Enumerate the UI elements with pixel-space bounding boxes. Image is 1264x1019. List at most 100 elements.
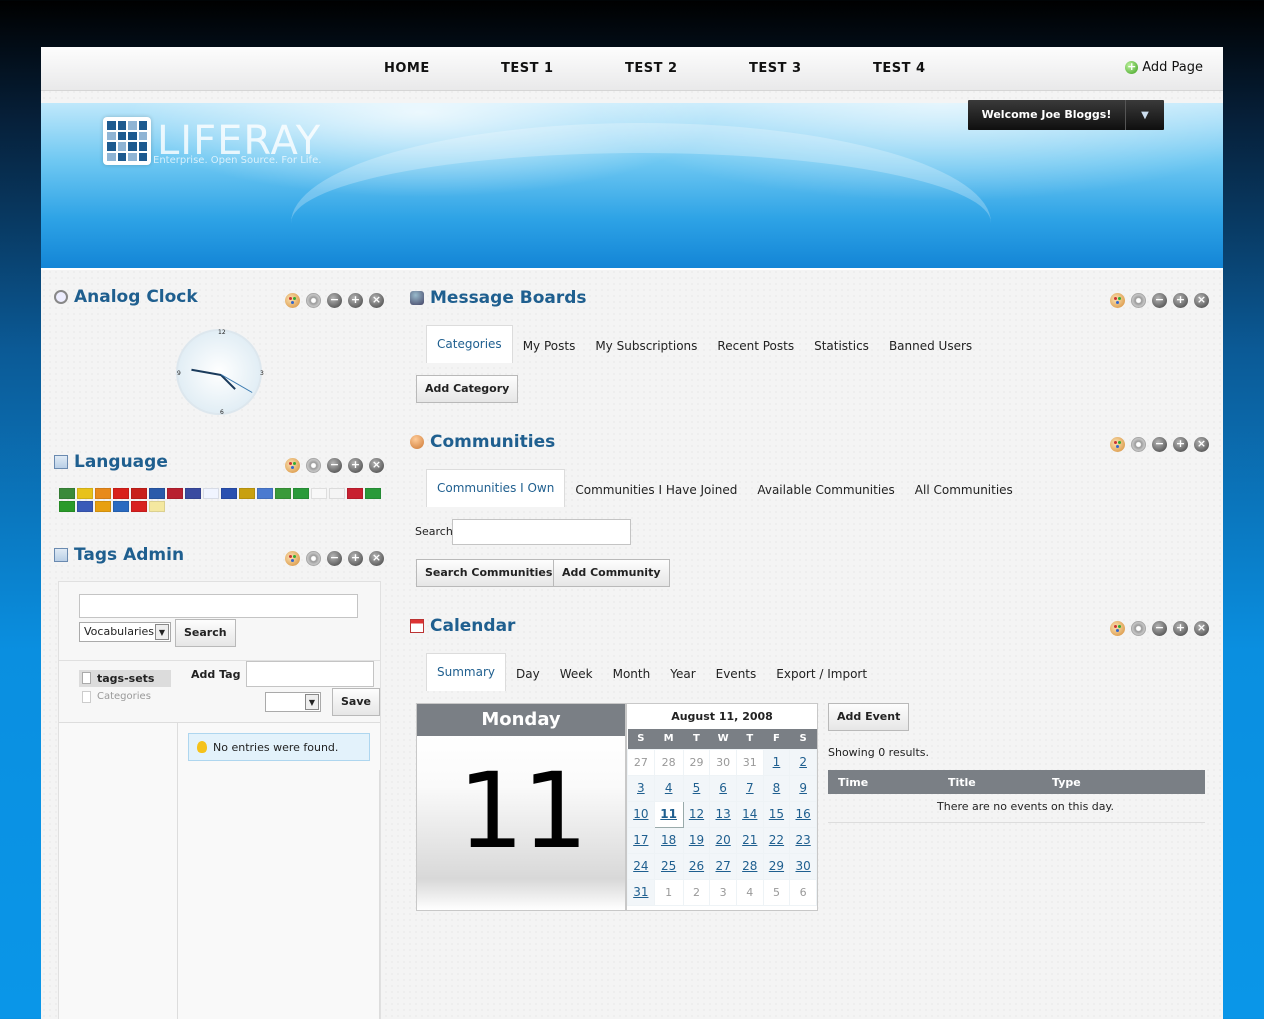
close-icon[interactable]: × (1194, 621, 1209, 636)
minimize-icon[interactable]: − (327, 293, 342, 308)
calendar-day[interactable]: 30 (789, 852, 817, 880)
arabic-flag[interactable] (59, 488, 75, 499)
portuguese-flag[interactable] (59, 501, 75, 512)
calendar-day[interactable]: 4 (653, 774, 684, 802)
italian-flag[interactable] (293, 488, 309, 499)
communities-search-input[interactable] (452, 519, 631, 545)
calendar-day[interactable]: 27 (709, 852, 737, 880)
calendar-day[interactable]: 11 (653, 800, 684, 828)
vietnamese-flag[interactable] (149, 501, 165, 512)
calendar-day[interactable]: 13 (709, 800, 737, 828)
finnish-flag[interactable] (203, 488, 219, 499)
tab-day[interactable]: Day (506, 657, 550, 691)
save-tag-button[interactable]: Save (332, 688, 380, 716)
chinese-traditional-flag[interactable] (131, 488, 147, 499)
tab-available-communities[interactable]: Available Communities (747, 473, 904, 507)
tab-recent-posts[interactable]: Recent Posts (707, 329, 804, 363)
calendar-day[interactable]: 3 (627, 774, 655, 802)
maximize-icon[interactable]: + (1173, 437, 1188, 452)
tags-search-input[interactable] (79, 594, 358, 618)
minimize-icon[interactable]: − (1152, 437, 1167, 452)
french-flag[interactable] (221, 488, 237, 499)
configuration-icon[interactable] (1131, 293, 1146, 308)
nav-test-3[interactable]: TEST 3 (749, 61, 802, 76)
configuration-icon[interactable] (306, 293, 321, 308)
dutch-flag[interactable] (167, 488, 183, 499)
spanish-flag[interactable] (95, 501, 111, 512)
add-category-button[interactable]: Add Category (416, 375, 519, 403)
calendar-day[interactable]: 24 (627, 852, 655, 880)
tab-summary[interactable]: Summary (426, 653, 506, 691)
maximize-icon[interactable]: + (1173, 293, 1188, 308)
tab-events[interactable]: Events (706, 657, 767, 691)
minimize-icon[interactable]: − (327, 551, 342, 566)
look-and-feel-icon[interactable] (285, 458, 300, 473)
look-and-feel-icon[interactable] (285, 293, 300, 308)
catalan-2-flag[interactable] (95, 488, 111, 499)
tab-statistics[interactable]: Statistics (804, 329, 879, 363)
maximize-icon[interactable]: + (348, 551, 363, 566)
calendar-day[interactable]: 31 (627, 878, 655, 906)
nav-test-4[interactable]: TEST 4 (873, 61, 926, 76)
calendar-day[interactable]: 22 (762, 826, 791, 854)
calendar-day[interactable]: 19 (682, 826, 711, 854)
vocabularies-select[interactable]: Vocabularies ▼ (79, 622, 171, 642)
configuration-icon[interactable] (306, 551, 321, 566)
calendar-day[interactable]: 6 (709, 774, 737, 802)
czech-flag[interactable] (149, 488, 165, 499)
calendar-day[interactable]: 18 (653, 826, 684, 854)
calendar-day[interactable]: 28 (735, 852, 764, 880)
tab-export-import[interactable]: Export / Import (766, 657, 877, 691)
calendar-day[interactable]: 26 (682, 852, 711, 880)
calendar-day[interactable]: 7 (735, 774, 764, 802)
maximize-icon[interactable]: + (1173, 621, 1188, 636)
tab-banned-users[interactable]: Banned Users (879, 329, 982, 363)
tab-all-communities[interactable]: All Communities (905, 473, 1023, 507)
greek-flag[interactable] (257, 488, 273, 499)
tab-year[interactable]: Year (660, 657, 705, 691)
calendar-day[interactable]: 16 (789, 800, 817, 828)
korean-flag[interactable] (329, 488, 345, 499)
calendar-day[interactable]: 15 (762, 800, 791, 828)
russian-flag[interactable] (77, 501, 93, 512)
add-tag-input[interactable] (246, 661, 374, 687)
add-event-button[interactable]: Add Event (828, 703, 910, 731)
calendar-day[interactable]: 20 (709, 826, 737, 854)
configuration-icon[interactable] (1131, 621, 1146, 636)
turkish-flag[interactable] (131, 501, 147, 512)
japanese-flag[interactable] (311, 488, 327, 499)
calendar-day[interactable]: 9 (789, 774, 817, 802)
close-icon[interactable]: × (369, 458, 384, 473)
close-icon[interactable]: × (1194, 293, 1209, 308)
nav-test-2[interactable]: TEST 2 (625, 61, 678, 76)
welcome-menu[interactable]: Welcome Joe Bloggs! ▼ (968, 100, 1164, 130)
tab-communities-joined[interactable]: Communities I Have Joined (565, 473, 747, 507)
calendar-day[interactable]: 14 (735, 800, 764, 828)
calendar-day[interactable]: 17 (627, 826, 655, 854)
search-communities-button[interactable]: Search Communities (416, 559, 562, 587)
nav-home[interactable]: HOME (384, 61, 430, 76)
german-flag[interactable] (239, 488, 255, 499)
close-icon[interactable]: × (369, 551, 384, 566)
swedish-flag[interactable] (113, 501, 129, 512)
configuration-icon[interactable] (306, 458, 321, 473)
maximize-icon[interactable]: + (348, 293, 363, 308)
tab-my-posts[interactable]: My Posts (513, 329, 586, 363)
configuration-icon[interactable] (1131, 437, 1146, 452)
calendar-day[interactable]: 12 (682, 800, 711, 828)
calendar-day[interactable]: 25 (653, 852, 684, 880)
calendar-day[interactable]: 10 (627, 800, 655, 828)
tab-communities-i-own[interactable]: Communities I Own (426, 469, 566, 507)
look-and-feel-icon[interactable] (1110, 437, 1125, 452)
persian-flag[interactable] (365, 488, 381, 499)
look-and-feel-icon[interactable] (1110, 621, 1125, 636)
dock-dropdown-icon[interactable]: ▼ (1126, 110, 1164, 121)
norwegian-flag[interactable] (347, 488, 363, 499)
look-and-feel-icon[interactable] (285, 551, 300, 566)
close-icon[interactable]: × (1194, 437, 1209, 452)
calendar-day[interactable]: 29 (762, 852, 791, 880)
categories-item[interactable]: Categories (79, 691, 151, 703)
tab-my-subscriptions[interactable]: My Subscriptions (585, 329, 707, 363)
calendar-day[interactable]: 1 (762, 748, 791, 776)
tab-month[interactable]: Month (603, 657, 661, 691)
